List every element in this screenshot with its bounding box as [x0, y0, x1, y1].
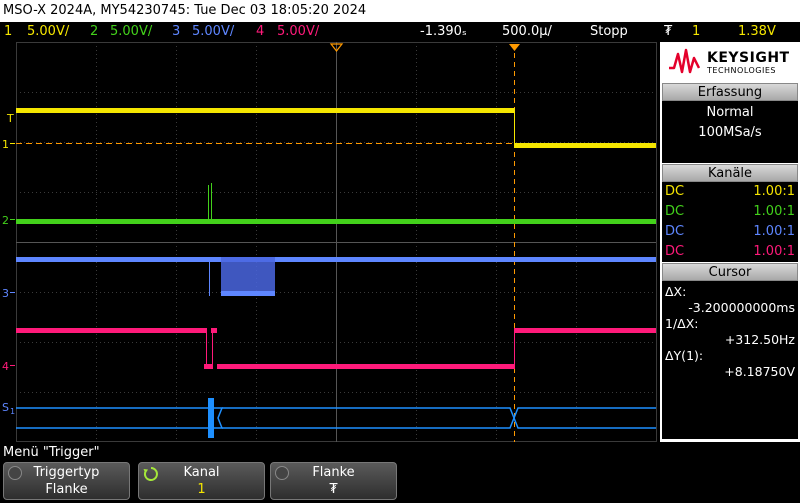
run-state: Stopp: [590, 24, 628, 39]
softkey-trigger-type-title: Triggertyp: [33, 465, 100, 480]
menu-title: Menü "Trigger": [3, 445, 100, 460]
softkey-slope-value: ₮: [329, 482, 338, 497]
channel-ground-markers: T 1 2 3 4 S 1: [2, 112, 15, 416]
acquisition-header[interactable]: Erfassung: [662, 83, 798, 101]
trigger-level-marker: T: [6, 112, 14, 125]
ch3-ground-marker[interactable]: 3: [2, 287, 9, 300]
cursor-body: ΔX: -3.200000000ms 1/ΔX: +312.50Hz ΔY(1)…: [662, 281, 798, 439]
time-scale[interactable]: 500.0µ/: [502, 22, 552, 42]
ch1-probe-ratio: 1.00:1: [753, 184, 795, 199]
ch2-scale[interactable]: 5.00V/: [110, 22, 152, 42]
title-bar: MSO-X 2024A, MY54230745: Tue Dec 03 18:0…: [0, 0, 800, 22]
acquisition-body: Normal 100MSa/s: [662, 101, 798, 163]
ch2-number[interactable]: 2: [90, 22, 98, 42]
trigger-level[interactable]: 1.38V: [738, 22, 776, 42]
softkey-channel[interactable]: Kanal 1: [138, 462, 265, 500]
cursor-x2-marker[interactable]: [509, 44, 520, 51]
ch2-ground-marker[interactable]: 2: [2, 214, 9, 227]
softkey-channel-value: 1: [197, 482, 206, 497]
ch4-coupling: DC: [665, 244, 685, 259]
softkey-channel-title: Kanal: [183, 465, 220, 480]
ch3-number[interactable]: 3: [172, 22, 180, 42]
softkey-slope-title: Flanke: [312, 465, 355, 480]
ch2-probe-ratio: 1.00:1: [753, 204, 795, 219]
cursor-header[interactable]: Cursor: [662, 263, 798, 281]
serial-bus-marker[interactable]: S: [2, 401, 9, 414]
channels-header[interactable]: Kanäle: [662, 164, 798, 182]
keysight-logo: KEYSIGHT TECHNOLOGIES: [660, 42, 800, 82]
delta-y-label: ΔY(1):: [665, 348, 704, 363]
ch4-probe-ratio: 1.00:1: [753, 244, 795, 259]
inv-delta-x-value: +312.50Hz: [724, 332, 795, 347]
softkey-trigger-type-value: Flanke: [45, 482, 88, 497]
channels-body: DC 1.00:1 DC 1.00:1 DC 1.00:1 DC 1.00:1: [662, 182, 798, 262]
channel-row-4: DC 1.00:1: [662, 242, 798, 262]
channel-row-1: DC 1.00:1: [662, 182, 798, 202]
time-offset[interactable]: -1.390ₛ: [420, 22, 467, 42]
side-panel: KEYSIGHT TECHNOLOGIES Erfassung Normal 1…: [660, 42, 800, 442]
ch3-scale[interactable]: 5.00V/: [192, 22, 234, 42]
channel-row-2: DC 1.00:1: [662, 202, 798, 222]
ch3-probe-ratio: 1.00:1: [753, 224, 795, 239]
ch1-ground-marker[interactable]: 1: [2, 138, 9, 151]
channel-row-3: DC 1.00:1: [662, 222, 798, 242]
acquisition-mode: Normal: [706, 105, 754, 120]
brand-sub: TECHNOLOGIES: [707, 66, 776, 75]
softkey-trigger-type[interactable]: Triggertyp Flanke: [3, 462, 130, 500]
ch4-number[interactable]: 4: [256, 22, 264, 42]
keysight-wave-icon: [669, 48, 700, 74]
channel-bar: 1 5.00V/ 2 5.00V/ 3 5.00V/ 4 5.00V/ -1.3…: [0, 22, 800, 42]
waveform-display[interactable]: T 1 2 3 4 S 1: [0, 42, 660, 442]
ch1-coupling: DC: [665, 184, 685, 199]
ch4-ground-marker[interactable]: 4: [2, 360, 9, 373]
ch3-coupling: DC: [665, 224, 685, 239]
delta-x-label: ΔX:: [665, 284, 687, 299]
graticule: [16, 42, 657, 442]
delta-x-value: -3.200000000ms: [688, 300, 795, 315]
ch4-scale[interactable]: 5.00V/: [277, 22, 319, 42]
softkey-menu-bar: Menü "Trigger" Triggertyp Flanke Kanal 1…: [0, 442, 800, 503]
serial-bus-marker-sub: 1: [10, 407, 15, 416]
trigger-channel: 1: [692, 24, 701, 39]
brand-name: KEYSIGHT: [707, 50, 790, 66]
ch1-scale[interactable]: 5.00V/: [27, 22, 69, 42]
ch2-coupling: DC: [665, 204, 685, 219]
trigger-slope-icon: ₮: [664, 24, 673, 39]
ch1-number[interactable]: 1: [4, 22, 12, 42]
delta-y-value: +8.18750V: [724, 364, 795, 379]
sample-rate: 100MSa/s: [698, 125, 762, 140]
window-title: MSO-X 2024A, MY54230745: Tue Dec 03 18:0…: [3, 3, 367, 18]
inv-delta-x-label: 1/ΔX:: [665, 316, 699, 331]
softkey-slope[interactable]: Flanke ₮: [270, 462, 397, 500]
